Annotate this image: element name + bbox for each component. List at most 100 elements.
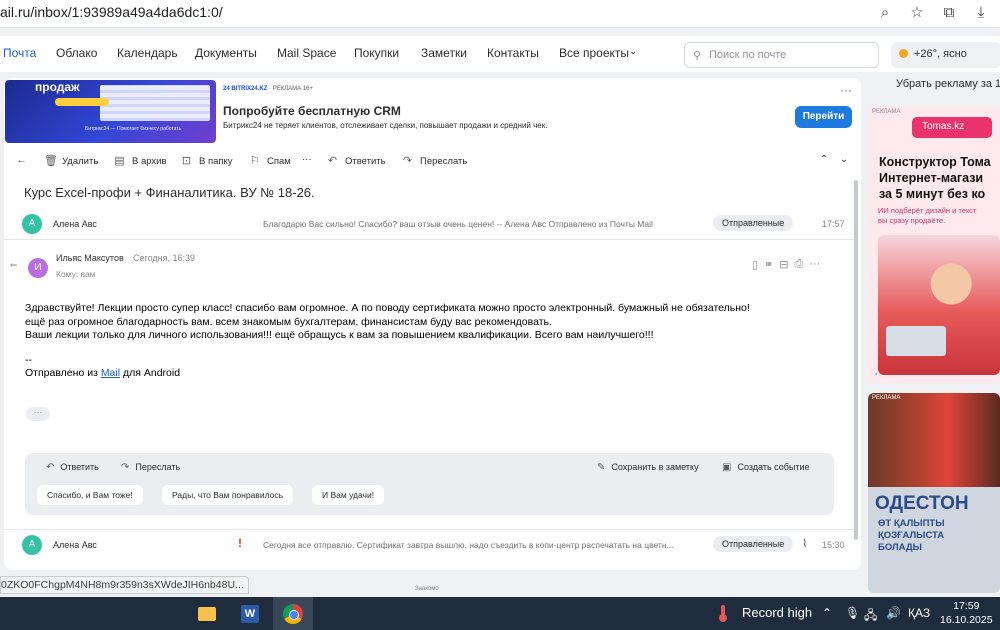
link-icon[interactable]: ⚭ <box>764 258 773 271</box>
tomas-logo: Tomas.kz <box>912 117 992 138</box>
save-note-button[interactable]: ✎ Сохранить в заметку <box>597 462 699 473</box>
forward-label: Переслать <box>420 156 468 167</box>
delete-button[interactable]: 🗑 Удалить <box>44 154 98 167</box>
create-event-button[interactable]: ▣ Создать событие <box>722 462 810 473</box>
reply-button[interactable]: ↶ Ответить <box>327 154 386 167</box>
archive-button[interactable]: ▤ В архив <box>114 154 166 167</box>
chevron-down-icon[interactable]: ⌄ <box>840 154 848 165</box>
extensions-icon[interactable]: ⧉ <box>940 3 958 21</box>
nav-item-shopping[interactable]: Покупки <box>354 46 399 60</box>
forward-icon: ↷ <box>402 155 413 167</box>
body-line: Здравствуйте! Лекции просто супер класс!… <box>25 302 750 314</box>
nav-item-documents[interactable]: Документы <box>195 46 257 60</box>
message-toolbar: ← 🗑 Удалить ▤ В архив ⊡ В папку ⚐ Спам ··· ↶… <box>4 151 858 171</box>
weather-widget[interactable]: +26°, ясно <box>891 42 1000 68</box>
back-button[interactable]: ← <box>16 154 34 166</box>
nav-item-mail-space[interactable]: Mail Space <box>277 46 336 60</box>
headline-line: Конструктор Тома <box>879 155 991 169</box>
subline-line: БОЛАДЫ <box>878 542 922 553</box>
download-icon[interactable]: ⤓ <box>972 3 990 21</box>
weather-status[interactable]: Record high <box>742 605 812 620</box>
more-icon[interactable]: ··· <box>809 258 820 271</box>
subline-line: вы сразу продаёте. <box>878 216 946 225</box>
nav-item-cloud[interactable]: Облако <box>56 46 97 60</box>
word-button[interactable]: W <box>230 597 270 630</box>
mail-link[interactable]: Mail <box>101 367 120 379</box>
quick-reply-option[interactable]: Спасибо, и Вам тоже! <box>37 485 143 505</box>
remove-ads-link[interactable]: Убрать рекламу за 1 <box>865 78 1000 96</box>
ad-go-button[interactable]: Перейти <box>795 106 852 128</box>
scrollbar-thumb[interactable] <box>854 180 858 540</box>
search-input[interactable]: ⚲ Поиск по почте <box>684 42 879 68</box>
volume-icon[interactable]: 🔊 <box>886 606 901 620</box>
important-icon[interactable]: ! <box>238 536 242 550</box>
attach-icon[interactable]: ⊟ <box>779 258 788 271</box>
network-icon[interactable]: 🖧 <box>864 606 877 627</box>
chrome-button[interactable] <box>273 597 313 630</box>
quick-reply-option[interactable]: И Вам удачи! <box>312 485 385 505</box>
folder-badge[interactable]: Отправленные <box>713 536 794 552</box>
zoom-icon[interactable]: ⌕ <box>876 3 894 21</box>
save-note-label: Сохранить в заметку <box>611 462 699 472</box>
mail-top-nav: Почта Облако Календарь Документы Mail Sp… <box>0 36 1000 72</box>
side-ad-tomas[interactable]: РЕКЛАМА Tomas.kz Конструктор Тома Интерн… <box>868 106 1000 383</box>
info-icon[interactable]: ◔ <box>873 370 878 379</box>
microphone-icon[interactable]: 🎙 <box>845 606 860 620</box>
ad-more-icon[interactable]: ··· <box>840 83 852 97</box>
nav-item-notes[interactable]: Заметки <box>421 46 467 60</box>
ad-subline: ӨТ ҚАЛЫПТЫ ҚОЗҒАЛЫСТА БОЛАДЫ <box>878 518 945 554</box>
nav-item-mail[interactable]: Почта <box>3 46 36 60</box>
body-line: ещё раз огромное благодарность вам. всем… <box>25 315 552 328</box>
chevron-down-icon[interactable]: ⌄ <box>629 46 637 57</box>
message-body: Здравствуйте! Лекции просто супер класс!… <box>25 302 750 381</box>
chevron-up-icon[interactable]: ⌃ <box>820 154 828 165</box>
ad-headline: Конструктор Тома Интернет-магази за 5 ми… <box>879 154 991 202</box>
recipient-line[interactable]: Кому: вам <box>56 269 96 279</box>
forward-button[interactable]: ↷ Переслать <box>402 154 467 167</box>
ad-title[interactable]: Попробуйте бесплатную CRM <box>223 104 401 118</box>
show-quoted-button[interactable]: ··· <box>26 407 50 421</box>
scrollbar[interactable] <box>854 174 858 568</box>
forward-label: Переслать <box>135 462 181 472</box>
folder-badge[interactable]: Отправленные <box>713 215 794 231</box>
ad-brand: ОДЕСТОН <box>875 493 969 514</box>
system-clock[interactable]: 17:59 16.10.2025 <box>940 599 993 627</box>
message-snippet: Благодарю Вас сильно! Спасибо? ваш отзыв… <box>263 219 653 229</box>
nav-item-calendar[interactable]: Календарь <box>117 46 178 60</box>
subline-line: ИИ подберёт дизайн и текст <box>878 206 977 215</box>
tray-chevron-icon[interactable]: ⌃ <box>822 606 832 620</box>
language-indicator[interactable]: ҚАЗ <box>908 606 930 620</box>
reply-button[interactable]: ↶ Ответить <box>46 462 99 473</box>
print-icon[interactable]: ⎙ <box>795 258 804 271</box>
forward-button[interactable]: ↷ Переслать <box>121 462 180 473</box>
nav-item-all-projects[interactable]: Все проекты <box>559 46 629 60</box>
browser-address-bar[interactable]: ail.ru/inbox/1:93989a49a4da6dc1:0/ ⌕ ☆ ⧉… <box>0 0 1000 28</box>
spam-button[interactable]: ⚐ Спам <box>249 154 291 167</box>
sender-name[interactable]: Ильяс Максутов <box>56 253 124 263</box>
ad-label: РЕКЛАМА <box>872 395 901 401</box>
nav-item-contacts[interactable]: Контакты <box>487 46 539 60</box>
ad-image-caption: Битрикс24 — Помогает бизнесу работать <box>85 126 182 132</box>
ad-banner[interactable]: продаж Битрикс24 — Помогает бизнесу рабо… <box>4 78 858 146</box>
paperclip-icon: ⌇ <box>802 538 808 550</box>
move-label: В папку <box>199 156 233 167</box>
windows-taskbar: W Record high ⌃ 🎙 🖧 🔊 ҚАЗ 17:59 16.10.20… <box>0 597 1000 630</box>
quick-reply-option[interactable]: Рады, что Вам понравилось <box>162 485 294 505</box>
more-actions-icon[interactable]: ··· <box>302 154 312 165</box>
collapsed-message[interactable]: А Алена Авс Благодарю Вас сильно! Спасиб… <box>4 212 858 236</box>
create-event-label: Создать событие <box>737 462 810 472</box>
star-icon[interactable]: ☆ <box>908 3 926 21</box>
move-to-folder-button[interactable]: ⊡ В папку <box>181 154 233 167</box>
bookmark-icon[interactable]: ▯ <box>752 258 758 271</box>
spam-icon: ⚐ <box>249 155 260 167</box>
file-explorer-button[interactable] <box>187 597 227 630</box>
weather-text: +26°, ясно <box>914 48 967 60</box>
url-text[interactable]: ail.ru/inbox/1:93989a49a4da6dc1:0/ <box>0 4 223 20</box>
side-ad-odeston[interactable]: РЕКЛАМА ОДЕСТОН ӨТ ҚАЛЫПТЫ ҚОЗҒАЛЫСТА БО… <box>868 393 1000 593</box>
ad-banner-image[interactable]: продаж Битрикс24 — Помогает бизнесу рабо… <box>5 80 216 143</box>
reply-icon: ↶ <box>327 155 338 167</box>
forward-icon: ↷ <box>121 462 130 473</box>
reply-indicator-icon: ⇐ <box>10 260 18 270</box>
subline-line: ӨТ ҚАЛЫПТЫ <box>878 518 945 529</box>
collapsed-message[interactable]: А Алена Авс ! Сегодня все отправлю. Серт… <box>4 533 858 557</box>
